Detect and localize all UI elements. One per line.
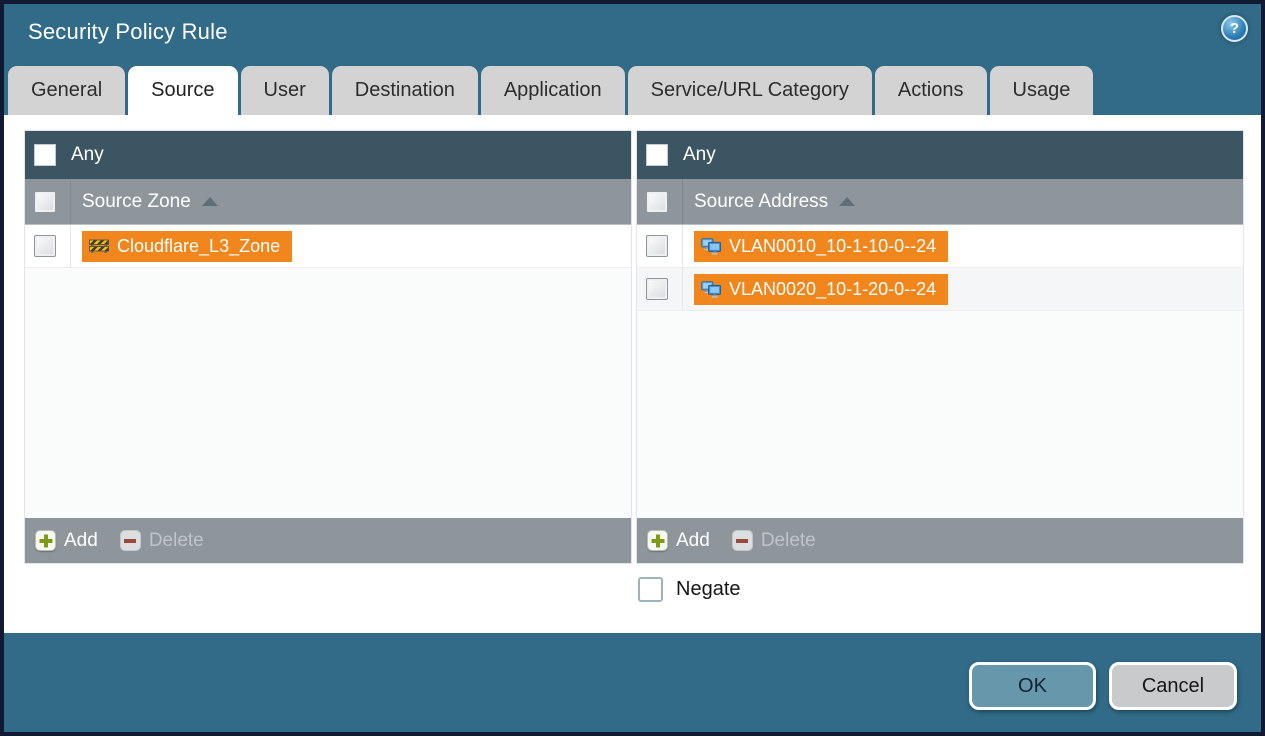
source-address-any-header: Any bbox=[637, 131, 1243, 179]
source-zone-any-checkbox[interactable] bbox=[34, 144, 56, 166]
dialog-title: Security Policy Rule bbox=[28, 19, 228, 44]
source-zone-any-label: Any bbox=[71, 144, 104, 165]
zone-icon bbox=[89, 239, 109, 253]
negate-row: Negate bbox=[25, 577, 1243, 602]
row-checkbox[interactable] bbox=[646, 235, 668, 257]
address-item-chip[interactable]: VLAN0020_10-1-20-0--24 bbox=[694, 273, 949, 305]
security-policy-rule-dialog: Security Policy Rule General Source User… bbox=[4, 4, 1261, 732]
source-zone-column-label: Source Zone bbox=[82, 190, 191, 212]
row-checkbox[interactable] bbox=[34, 235, 56, 257]
zone-item-label: Cloudflare_L3_Zone bbox=[117, 235, 281, 256]
table-row: Cloudflare_L3_Zone bbox=[25, 225, 631, 268]
source-zone-column-header[interactable]: Source Zone bbox=[25, 179, 631, 225]
address-item-chip[interactable]: VLAN0010_10-1-10-0--24 bbox=[694, 230, 949, 262]
dialog-titlebar: Security Policy Rule bbox=[4, 4, 1261, 60]
tab-strip: General Source User Destination Applicat… bbox=[4, 60, 1261, 115]
add-label: Add bbox=[64, 529, 98, 551]
negate-label: Negate bbox=[676, 578, 741, 600]
minus-icon bbox=[119, 530, 141, 551]
source-address-select-all-cell bbox=[637, 179, 683, 224]
tab-actions[interactable]: Actions bbox=[874, 66, 987, 115]
row-checkbox[interactable] bbox=[646, 278, 668, 300]
delete-label: Delete bbox=[760, 529, 816, 551]
source-zone-panel: Any Source Zone Cloudflare_L3_Zone Add D… bbox=[25, 131, 631, 563]
source-zone-select-all-checkbox[interactable] bbox=[34, 190, 56, 213]
negate-checkbox[interactable] bbox=[638, 577, 663, 602]
tab-usage[interactable]: Usage bbox=[989, 66, 1094, 115]
sort-asc-icon bbox=[201, 197, 218, 206]
zone-item-chip[interactable]: Cloudflare_L3_Zone bbox=[82, 230, 293, 262]
minus-icon bbox=[731, 530, 753, 551]
source-address-footer: Add Delete bbox=[637, 518, 1243, 563]
tab-source[interactable]: Source bbox=[128, 66, 238, 115]
source-address-panel: Any Source Address VLAN0010_10-1-10-0--2… bbox=[637, 131, 1243, 563]
source-zone-select-all-cell bbox=[25, 179, 71, 224]
add-label: Add bbox=[676, 529, 710, 551]
tab-application[interactable]: Application bbox=[480, 66, 625, 115]
help-icon[interactable] bbox=[1221, 15, 1248, 42]
delete-label: Delete bbox=[148, 529, 204, 551]
address-item-label: VLAN0020_10-1-20-0--24 bbox=[729, 278, 937, 299]
plus-icon bbox=[647, 530, 668, 551]
source-tab-content: Any Source Zone Cloudflare_L3_Zone Add D… bbox=[4, 115, 1261, 633]
table-row: VLAN0020_10-1-20-0--24 bbox=[637, 268, 1243, 311]
tab-service-url-category[interactable]: Service/URL Category bbox=[627, 66, 872, 115]
dialog-frame: Security Policy Rule General Source User… bbox=[0, 0, 1265, 736]
ok-button[interactable]: OK bbox=[969, 662, 1096, 710]
source-zone-any-header: Any bbox=[25, 131, 631, 179]
add-zone-button[interactable]: Add bbox=[35, 530, 98, 552]
table-row: VLAN0010_10-1-10-0--24 bbox=[637, 225, 1243, 268]
address-icon bbox=[701, 237, 721, 255]
source-address-column-label: Source Address bbox=[694, 190, 829, 212]
address-item-label: VLAN0010_10-1-10-0--24 bbox=[729, 235, 937, 256]
row-checkbox-cell bbox=[637, 225, 683, 267]
row-checkbox-cell bbox=[637, 268, 683, 310]
address-icon bbox=[701, 280, 721, 298]
panels-container: Any Source Zone Cloudflare_L3_Zone Add D… bbox=[25, 131, 1243, 563]
cancel-button[interactable]: Cancel bbox=[1109, 662, 1237, 710]
dialog-buttonbar: OK Cancel bbox=[4, 633, 1261, 732]
add-address-button[interactable]: Add bbox=[647, 530, 710, 552]
delete-zone-button: Delete bbox=[119, 529, 204, 552]
tab-general[interactable]: General bbox=[8, 66, 126, 115]
plus-icon bbox=[35, 530, 56, 551]
row-checkbox-cell bbox=[25, 225, 71, 267]
source-address-column-header[interactable]: Source Address bbox=[637, 179, 1243, 225]
source-address-any-label: Any bbox=[683, 144, 716, 165]
source-address-list: VLAN0010_10-1-10-0--24 VLAN0020_10-1-20-… bbox=[637, 225, 1243, 518]
delete-address-button: Delete bbox=[731, 529, 816, 552]
source-address-select-all-checkbox[interactable] bbox=[646, 190, 668, 213]
tab-user[interactable]: User bbox=[240, 66, 329, 115]
source-zone-footer: Add Delete bbox=[25, 518, 631, 563]
negate-cell: Negate bbox=[636, 577, 1243, 602]
sort-asc-icon bbox=[839, 197, 856, 206]
tab-destination[interactable]: Destination bbox=[331, 66, 478, 115]
source-address-any-checkbox[interactable] bbox=[646, 144, 668, 166]
source-zone-list: Cloudflare_L3_Zone bbox=[25, 225, 631, 518]
